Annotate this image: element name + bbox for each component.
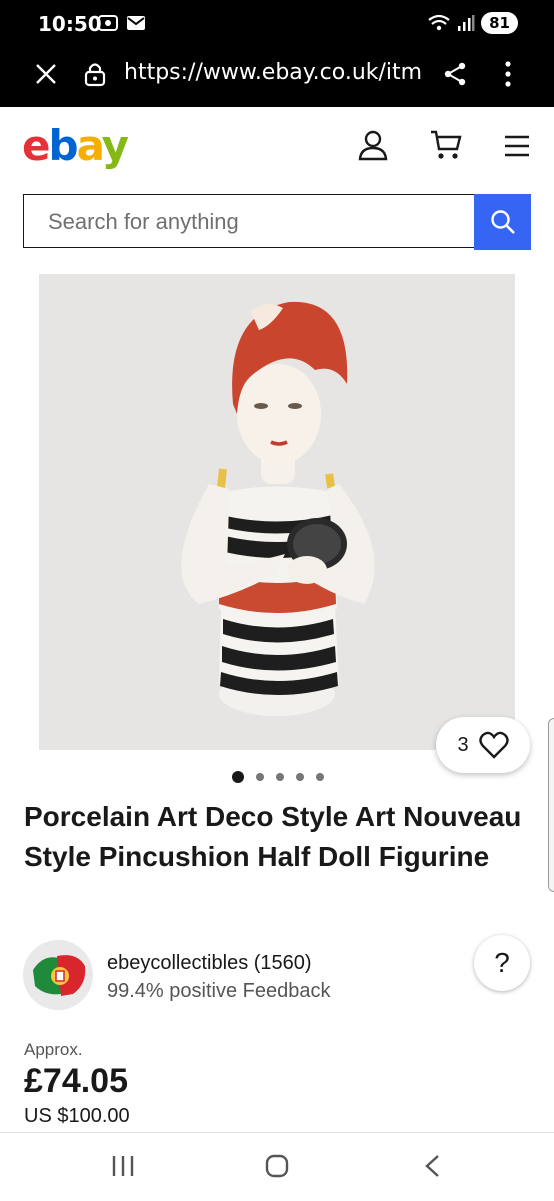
back-icon[interactable] [422, 1153, 444, 1179]
half-doll-figure [181, 301, 375, 716]
pagination-dot[interactable] [296, 773, 304, 781]
search-icon [490, 210, 515, 234]
status-time: 10:50 [38, 12, 102, 36]
edge-panel-handle[interactable] [548, 718, 554, 892]
pagination-dot[interactable] [256, 773, 264, 781]
lock-icon [84, 63, 106, 87]
menu-icon[interactable] [504, 135, 530, 157]
pagination-dot-active[interactable] [232, 771, 244, 783]
browser-url-bar: https://www.ebay.co.uk/itm/2 [0, 50, 554, 107]
watch-count: 3 [457, 733, 469, 756]
seller-info[interactable]: ebeycollectibles (1560) 99.4% positive F… [23, 940, 533, 1012]
image-gallery[interactable] [0, 274, 554, 750]
more-options-icon[interactable] [496, 60, 520, 88]
seller-name[interactable]: ebeycollectibles (1560) [107, 952, 312, 975]
pagination-dot[interactable] [276, 773, 284, 781]
listing-title: Porcelain Art Deco Style Art Nouveau Sty… [24, 801, 522, 872]
gallery-pagination [232, 771, 324, 783]
android-nav-bar [0, 1132, 554, 1201]
price-usd: US $100.00 [24, 1105, 130, 1127]
pagination-dot[interactable] [316, 773, 324, 781]
price-section: Approx. £74.05 US $100.00 [24, 1040, 130, 1128]
seller-feedback: 99.4% positive Feedback [107, 980, 331, 1002]
home-icon[interactable] [264, 1153, 290, 1179]
share-icon[interactable] [442, 61, 468, 87]
cart-icon[interactable] [430, 129, 462, 161]
wifi-icon [428, 14, 450, 31]
search-input[interactable]: Search for anything [23, 194, 474, 248]
close-icon[interactable] [34, 62, 58, 86]
portugal-flag-icon [33, 955, 86, 996]
approx-label: Approx. [24, 1040, 83, 1059]
search-bar: Search for anything [23, 194, 531, 250]
heart-icon [478, 731, 509, 759]
price-gbp: £74.05 [24, 1062, 128, 1100]
help-button[interactable]: ? [474, 935, 530, 991]
mail-notification-icon [127, 16, 145, 30]
product-image[interactable] [39, 274, 515, 750]
system-icons: 81 [427, 12, 518, 34]
battery-indicator: 81 [481, 12, 518, 34]
ebay-logo[interactable]: ebay [22, 121, 129, 170]
watch-button[interactable]: 3 [436, 717, 530, 773]
notification-icons [98, 14, 146, 32]
search-button[interactable] [474, 194, 531, 250]
recent-apps-icon[interactable] [110, 1153, 136, 1179]
account-icon[interactable] [358, 129, 388, 161]
status-bar: 10:50 81 [0, 0, 554, 50]
site-header: ebay [0, 107, 554, 187]
url-text[interactable]: https://www.ebay.co.uk/itm/2 [124, 60, 422, 85]
seller-avatar[interactable] [23, 940, 93, 1010]
gallery-notification-icon [98, 15, 118, 31]
signal-icon [458, 15, 475, 31]
